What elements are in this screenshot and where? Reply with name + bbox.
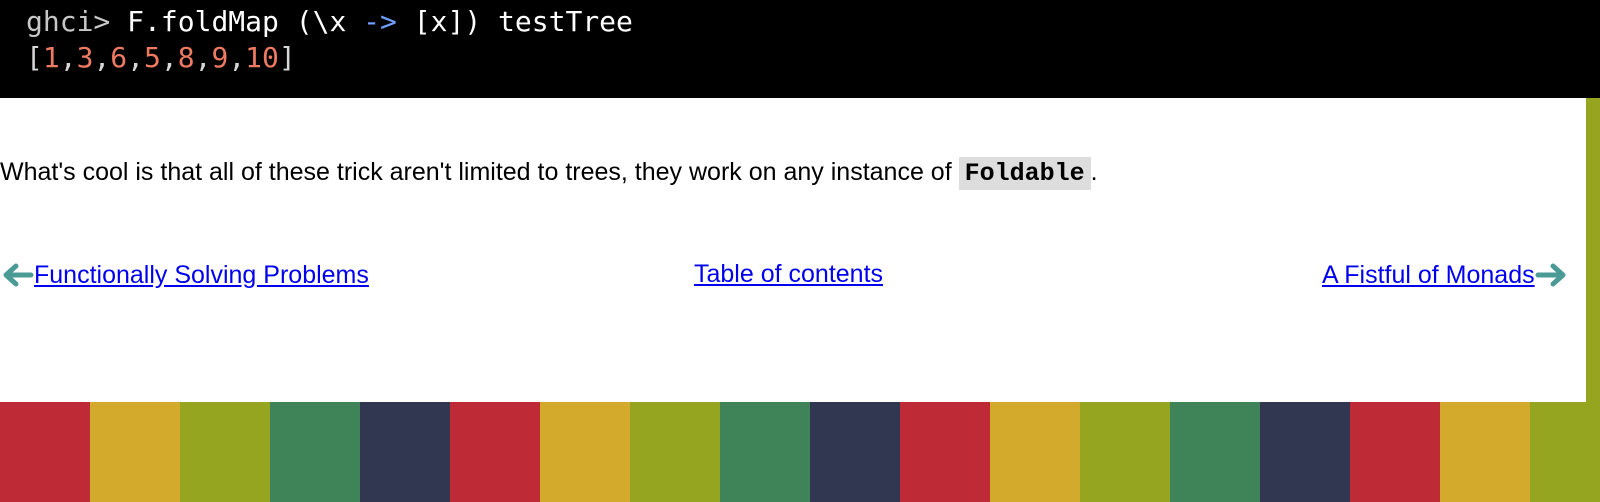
body-paragraph: What's cool is that all of these trick a… <box>0 157 1098 190</box>
paragraph-end: . <box>1090 158 1098 186</box>
result-close-bracket: ] <box>278 41 296 74</box>
result-comma: , <box>194 41 212 74</box>
code-line-result: [1,3,6,5,8,9,10] <box>26 40 1600 76</box>
command-part-1: F.foldMap (\x <box>127 5 364 38</box>
result-number: 5 <box>144 41 161 74</box>
result-open-bracket: [ <box>26 41 43 74</box>
command-part-2: [x]) testTree <box>396 5 633 38</box>
result-values: 1,3,6,5,8,9,10 <box>43 41 279 74</box>
result-number: 6 <box>110 41 128 74</box>
chapter-navigation: Functionally Solving Problems Table of c… <box>0 260 1600 294</box>
result-number: 9 <box>211 41 229 74</box>
result-number: 10 <box>245 41 279 74</box>
code-line-command: ghci> F.foldMap (\x -> [x]) testTree <box>26 4 1600 40</box>
result-comma: , <box>228 41 246 74</box>
inline-code-foldable: Foldable <box>958 157 1091 190</box>
result-comma: , <box>127 41 145 74</box>
paragraph-text: What's cool is that all of these trick a… <box>0 158 959 186</box>
result-comma: , <box>59 41 77 74</box>
prev-chapter-nav: Functionally Solving Problems <box>0 260 369 290</box>
next-chapter-link[interactable]: A Fistful of Monads <box>1322 261 1535 290</box>
left-arrow-icon[interactable] <box>0 260 34 290</box>
arrow-operator: -> <box>363 5 397 38</box>
right-arrow-icon[interactable] <box>1535 260 1569 290</box>
toc-nav: Table of contents <box>694 260 883 289</box>
result-comma: , <box>160 41 178 74</box>
code-block: ghci> F.foldMap (\x -> [x]) testTree [1,3… <box>0 0 1600 98</box>
table-of-contents-link[interactable]: Table of contents <box>694 260 883 288</box>
result-number: 1 <box>42 41 60 74</box>
prev-chapter-link[interactable]: Functionally Solving Problems <box>34 261 369 290</box>
ghci-prompt: ghci> <box>26 5 111 38</box>
page: What's cool is that all of these trick a… <box>0 0 1600 502</box>
next-chapter-nav: A Fistful of Monads <box>1322 260 1569 290</box>
result-number: 8 <box>177 41 195 74</box>
result-comma: , <box>93 41 111 74</box>
result-number: 3 <box>76 41 94 74</box>
